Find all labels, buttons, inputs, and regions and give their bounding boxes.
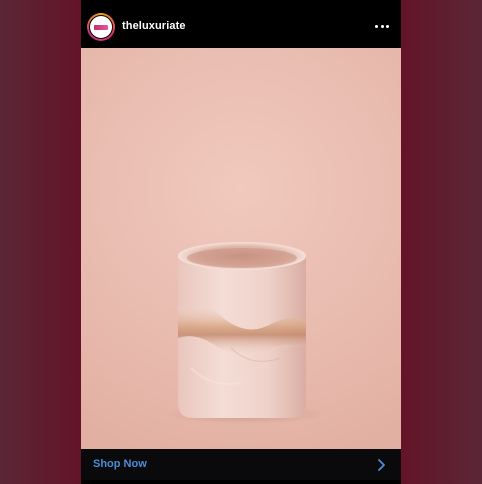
avatar-logo-icon	[89, 15, 113, 39]
instagram-post: theluxuriate Shop Now	[81, 0, 401, 484]
candle-holder-illustration	[166, 242, 326, 424]
post-image[interactable]	[81, 48, 401, 449]
more-horizontal-icon[interactable]	[375, 23, 389, 29]
shop-now-label: Shop Now	[93, 458, 147, 470]
blurred-backdrop-right	[401, 0, 482, 484]
post-header: theluxuriate	[81, 8, 401, 48]
chevron-right-icon	[378, 459, 385, 471]
more-dot	[375, 24, 378, 28]
blurred-backdrop-left	[0, 0, 81, 484]
username[interactable]: theluxuriate	[122, 20, 186, 32]
more-dot	[386, 24, 389, 28]
more-dot	[380, 24, 384, 28]
logo-mark	[94, 24, 108, 30]
avatar[interactable]	[87, 13, 115, 41]
shop-now-button[interactable]: Shop Now	[81, 449, 401, 480]
